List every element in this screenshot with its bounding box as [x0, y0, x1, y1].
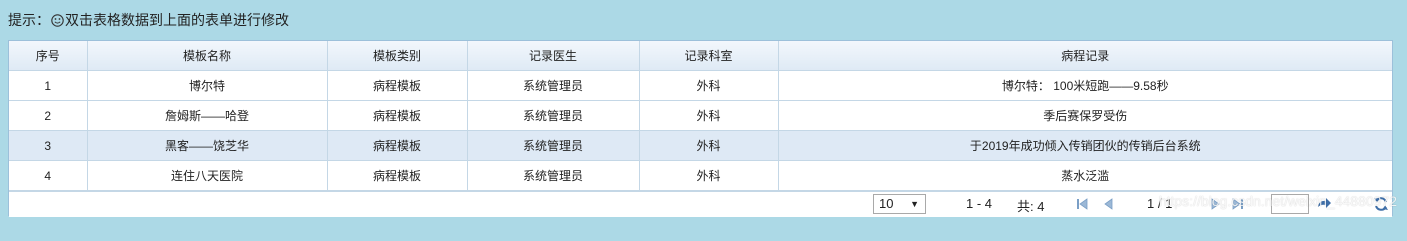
cell-template-type[interactable]: 病程模板: [326, 160, 468, 191]
table-header-row: 序号 模板名称 模板类别 记录医生 记录科室 病程记录: [9, 41, 1392, 71]
record-total: 共: 4: [1017, 199, 1045, 214]
tip-prefix: 提示：: [8, 12, 50, 28]
cell-doctor[interactable]: 系统管理员: [466, 130, 640, 161]
column-header-department[interactable]: 记录科室: [638, 41, 779, 71]
cell-index[interactable]: 2: [9, 100, 88, 131]
table-row[interactable]: 3 黑客——饶芝华 病程模板 系统管理员 外科 于2019年成功倾入传销团伙的传…: [9, 130, 1392, 161]
smile-icon: [51, 13, 64, 27]
cell-record[interactable]: 季后赛保罗受伤: [777, 100, 1392, 131]
page-size-select[interactable]: 10 ▼: [873, 194, 926, 214]
tip-text: 双击表格数据到上面的表单进行修改: [65, 12, 289, 28]
first-page-icon[interactable]: [1075, 197, 1089, 211]
cell-department[interactable]: 外科: [638, 100, 779, 131]
cell-template-type[interactable]: 病程模板: [326, 70, 468, 101]
cell-index[interactable]: 3: [9, 130, 88, 161]
cell-record[interactable]: 博尔特： 100米短跑——9.58秒: [777, 70, 1392, 101]
record-grid: 序号 模板名称 模板类别 记录医生 记录科室 病程记录 1 博尔特 病程模板 系…: [8, 40, 1393, 217]
cell-template-name[interactable]: 詹姆斯——哈登: [86, 100, 328, 131]
cell-doctor[interactable]: 系统管理员: [466, 100, 640, 131]
cell-department[interactable]: 外科: [638, 70, 779, 101]
column-header-template-name[interactable]: 模板名称: [86, 41, 328, 71]
cell-doctor[interactable]: 系统管理员: [466, 70, 640, 101]
cell-index[interactable]: 1: [9, 70, 88, 101]
cell-doctor[interactable]: 系统管理员: [466, 160, 640, 191]
cell-record[interactable]: 于2019年成功倾入传销团伙的传销后台系统: [777, 130, 1392, 161]
cell-template-name[interactable]: 连住八天医院: [86, 160, 328, 191]
table-row[interactable]: 2 詹姆斯——哈登 病程模板 系统管理员 外科 季后赛保罗受伤: [9, 100, 1392, 131]
cell-department[interactable]: 外科: [638, 160, 779, 191]
dropdown-caret-icon: ▼: [910, 199, 919, 209]
cell-record[interactable]: 蒸水泛滥: [777, 160, 1392, 191]
cell-department[interactable]: 外科: [638, 130, 779, 161]
watermark: https://blog.csdn.net/weixin_44880972: [1158, 193, 1397, 209]
column-header-record[interactable]: 病程记录: [777, 41, 1392, 71]
cell-template-name[interactable]: 黑客——饶芝华: [86, 130, 328, 161]
table-row[interactable]: 4 连住八天医院 病程模板 系统管理员 外科 蒸水泛滥: [9, 160, 1392, 191]
column-header-doctor[interactable]: 记录医生: [466, 41, 640, 71]
cell-template-type[interactable]: 病程模板: [326, 100, 468, 131]
column-header-index[interactable]: 序号: [9, 41, 88, 71]
table-row[interactable]: 1 博尔特 病程模板 系统管理员 外科 博尔特： 100米短跑——9.58秒: [9, 70, 1392, 101]
prev-page-icon[interactable]: [1102, 197, 1116, 211]
tip-line: 提示： 双击表格数据到上面的表单进行修改: [8, 10, 289, 30]
record-range: 1 - 4: [966, 196, 993, 211]
cell-template-name[interactable]: 博尔特: [86, 70, 328, 101]
cell-template-type[interactable]: 病程模板: [326, 130, 468, 161]
record-table: 序号 模板名称 模板类别 记录医生 记录科室 病程记录 1 博尔特 病程模板 系…: [9, 41, 1392, 191]
cell-index[interactable]: 4: [9, 160, 88, 191]
column-header-template-type[interactable]: 模板类别: [326, 41, 468, 71]
page-size-value: 10: [879, 196, 894, 211]
